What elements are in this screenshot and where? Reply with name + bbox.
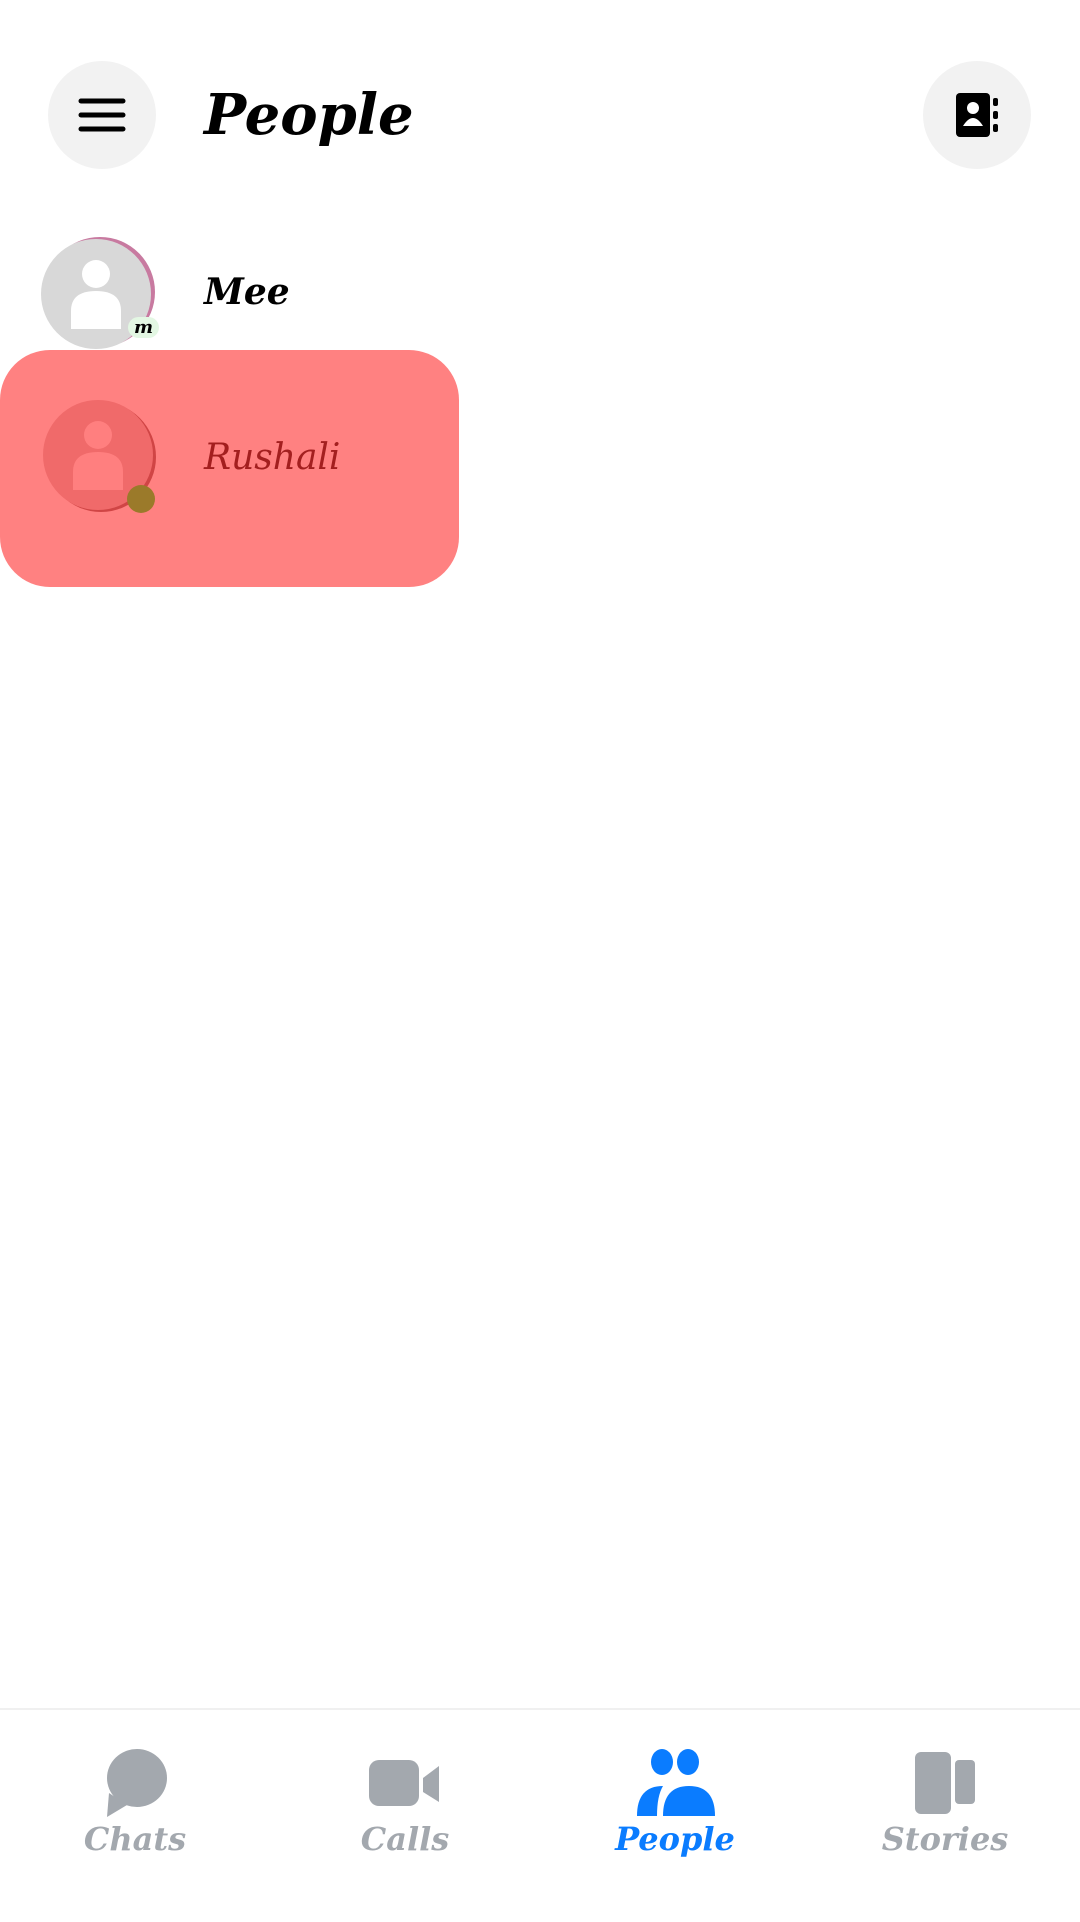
person-name: Rushali [204,437,341,478]
status-badge: m [128,317,160,338]
tab-people[interactable]: People [540,1710,810,1922]
stories-icon [915,1752,975,1814]
list-item[interactable]: Rushali [0,385,1080,555]
person-name: Mee [204,271,290,313]
video-camera-icon [369,1760,439,1806]
contacts-button[interactable] [923,61,1031,169]
chat-bubble-icon [107,1749,167,1817]
online-indicator [127,485,155,513]
menu-button[interactable] [48,61,156,169]
contact-book-icon [956,93,998,137]
hamburger-icon [78,98,126,132]
tab-chats[interactable]: Chats [0,1710,270,1922]
tab-label: Stories [881,1820,1009,1858]
bottom-nav: Chats Calls People Stories [0,1708,1080,1922]
tab-label: Calls [360,1820,450,1858]
people-icon [637,1749,715,1816]
tab-stories[interactable]: Stories [810,1710,1080,1922]
tab-label: Chats [83,1820,187,1858]
page-title: People [204,82,414,148]
tab-calls[interactable]: Calls [270,1710,540,1922]
tab-label: People [615,1820,735,1858]
